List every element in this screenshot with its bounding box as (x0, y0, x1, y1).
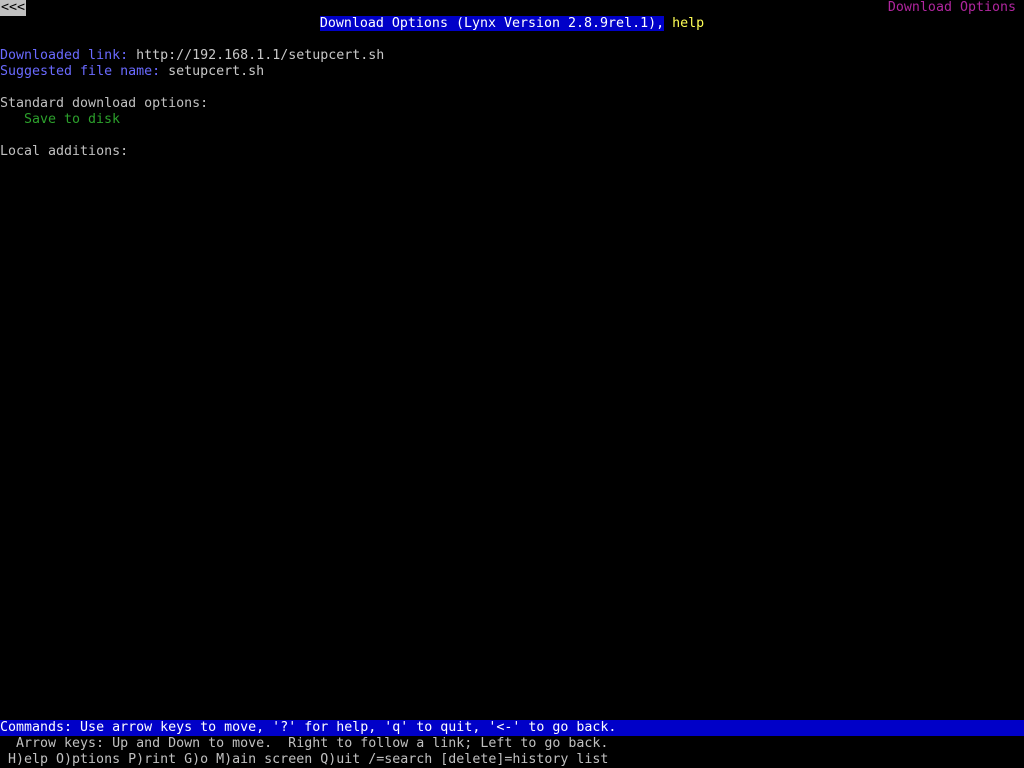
suggested-file-value: setupcert.sh (168, 64, 265, 79)
help-link[interactable]: help (672, 16, 704, 31)
download-option-list: Save to disk (24, 112, 120, 128)
suggested-file-row: Suggested file name: setupcert.sh (0, 64, 264, 80)
page-title-indicator: Download Options (887, 0, 1016, 15)
page-title: Download Options (Lynx Version 2.8.9rel.… (319, 16, 665, 31)
local-additions-heading: Local additions: (0, 144, 129, 159)
standard-options-heading: Standard download options: (0, 96, 209, 111)
downloaded-link-label: Downloaded link: (0, 48, 129, 63)
commands-bar: Commands: Use arrow keys to move, '?' fo… (0, 720, 1024, 736)
arrow-keys-help: Arrow keys: Up and Down to move. Right t… (16, 736, 609, 751)
back-link[interactable]: <<< (0, 0, 27, 16)
downloaded-link-row: Downloaded link: http://192.168.1.1/setu… (0, 48, 384, 64)
suggested-file-label: Suggested file name: (0, 64, 161, 79)
title-bar: Download Options (Lynx Version 2.8.9rel.… (0, 16, 1024, 32)
save-to-disk-link[interactable]: Save to disk (24, 112, 120, 127)
downloaded-link-value: http://192.168.1.1/setupcert.sh (136, 48, 385, 63)
key-commands-help: H)elp O)ptions P)rint G)o M)ain screen Q… (8, 752, 609, 767)
